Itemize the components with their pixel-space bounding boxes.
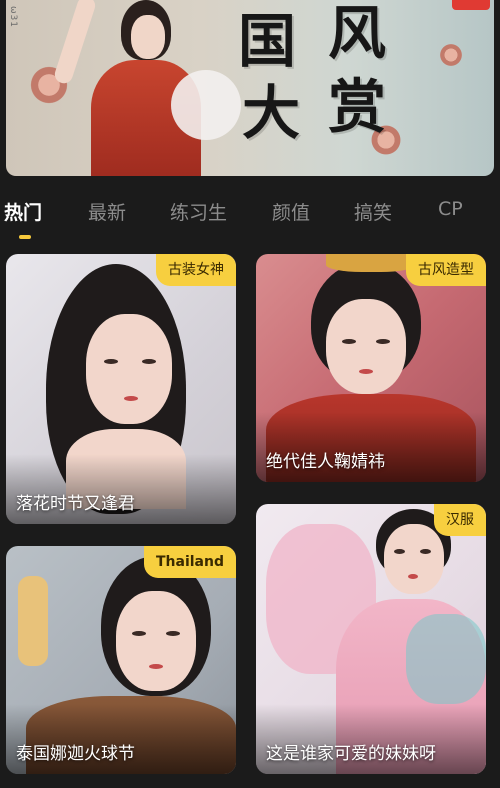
- category-tabs: 热门 最新 练习生 颜值 搞笑 CP: [0, 190, 500, 242]
- tab-cp[interactable]: CP: [438, 198, 463, 220]
- banner-corner-tag: [452, 0, 490, 10]
- banner-calligraphy-title: 国 风 大 赏: [236, 0, 416, 176]
- card-title: 泰国娜迦火球节: [16, 744, 135, 764]
- card-tag-badge: 汉服: [434, 504, 486, 536]
- flower-decoration: [436, 40, 466, 70]
- video-card[interactable]: 汉服 这是谁家可爱的妹妹呀: [256, 504, 486, 774]
- tab-trainee[interactable]: 练习生: [170, 198, 227, 225]
- card-title: 这是谁家可爱的妹妹呀: [266, 744, 436, 764]
- calligraphy-char: 大: [242, 79, 301, 147]
- video-card[interactable]: 古风造型 绝代佳人鞠婧祎: [256, 254, 486, 482]
- active-tab-indicator: [19, 235, 31, 239]
- card-title: 落花时节又逢君: [16, 494, 135, 514]
- featured-banner[interactable]: ω31 国 风 大 赏: [6, 0, 494, 176]
- tab-funny[interactable]: 搞笑: [354, 198, 392, 225]
- card-tag-badge: 古装女神: [156, 254, 236, 286]
- tab-looks[interactable]: 颜值: [272, 198, 310, 225]
- calligraphy-char: 国: [238, 7, 297, 75]
- calligraphy-char: 风: [328, 0, 387, 67]
- card-tag-badge: 古风造型: [406, 254, 486, 286]
- calligraphy-char: 赏: [328, 73, 387, 141]
- tab-latest[interactable]: 最新: [88, 198, 126, 225]
- video-card[interactable]: Thailand 泰国娜迦火球节: [6, 546, 236, 774]
- banner-portrait: [76, 0, 241, 176]
- card-title: 绝代佳人鞠婧祎: [266, 452, 385, 472]
- card-tag-badge: Thailand: [144, 546, 236, 578]
- tab-hot[interactable]: 热门: [4, 198, 42, 225]
- video-card[interactable]: 古装女神 落花时节又逢君: [6, 254, 236, 524]
- banner-side-text: ω31: [8, 6, 18, 28]
